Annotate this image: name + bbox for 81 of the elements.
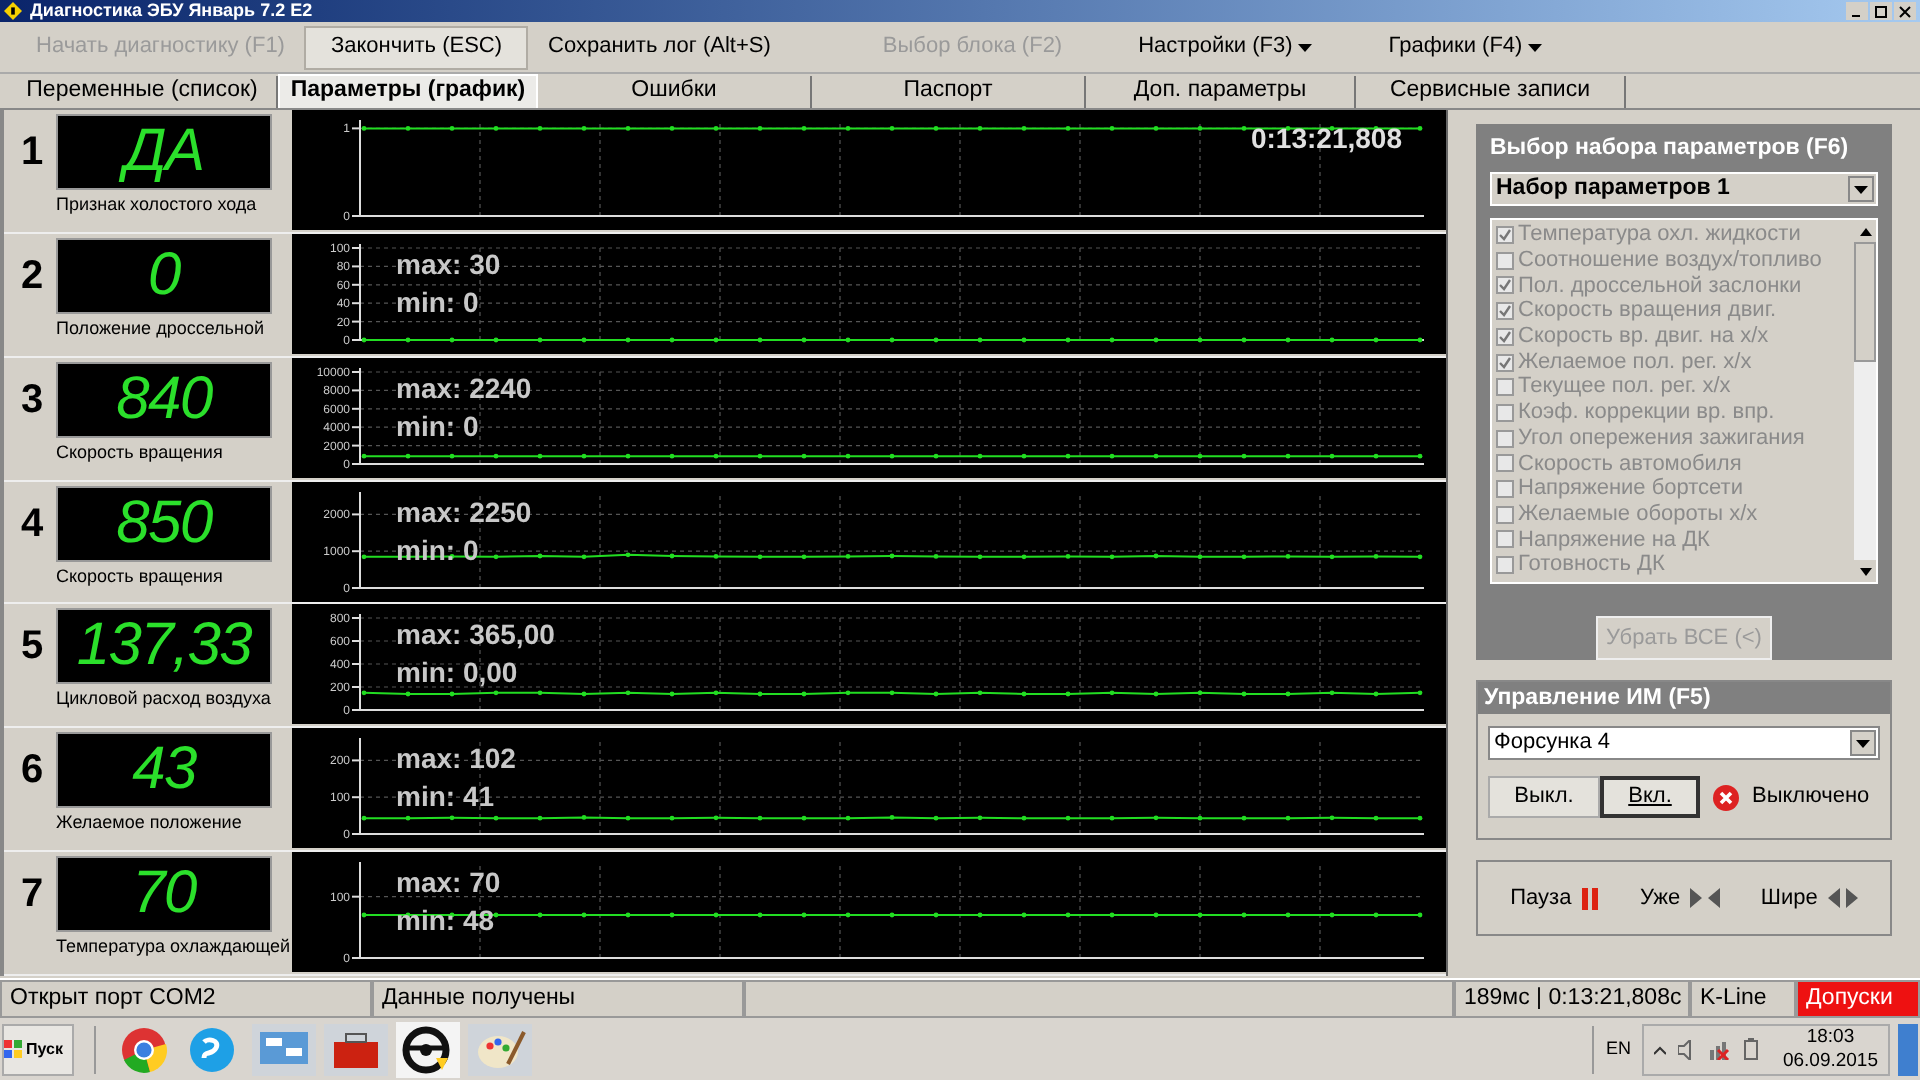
row-number: 4 (18, 499, 46, 550)
off-button[interactable]: Выкл. (1488, 776, 1600, 818)
pause-icon (1581, 887, 1600, 909)
digital-display: ДА (56, 114, 272, 190)
speaker-icon[interactable] (1678, 1039, 1697, 1059)
max-reading: max: 2250 (396, 493, 532, 532)
app-icon (4, 2, 22, 20)
status-field: K-Line (1690, 980, 1796, 1018)
row-number: 7 (18, 870, 46, 921)
close-button[interactable] (1894, 2, 1916, 20)
min-reading: min: 41 (396, 778, 497, 817)
row-number: 6 (18, 746, 46, 797)
scrollbar[interactable] (1854, 220, 1876, 583)
digital-display: 840 (56, 361, 272, 438)
chevron-up-icon[interactable] (1654, 1043, 1667, 1055)
digital-display: 0 (56, 237, 272, 314)
language-indicator[interactable]: EN (1593, 1035, 1643, 1063)
parameter-label: Признак холостого хода (56, 196, 259, 214)
panel-title: Выбор набора параметров (F6) (1490, 134, 1851, 164)
windows-logo-icon (4, 1039, 24, 1059)
max-reading: max: 365,00 (396, 616, 555, 655)
playback-button[interactable]: Шире (1760, 881, 1858, 915)
max-reading: max: 30 (396, 245, 501, 284)
status-field: 189мс | 0:13:21,808с (1454, 980, 1690, 1018)
digital-display: 70 (56, 856, 272, 933)
on-button[interactable]: Вкл. (1600, 776, 1700, 818)
steering-wheel-icon[interactable] (396, 1021, 460, 1077)
digital-display: 137,33 (56, 608, 272, 685)
scroll-down-icon[interactable] (1859, 567, 1871, 576)
parameter-label: Скорость вращения (56, 567, 225, 586)
widen-icon (1827, 888, 1858, 908)
start-button[interactable]: Пуск (2, 1023, 74, 1075)
min-reading: min: 0 (396, 407, 481, 446)
min-reading: min: 0 (396, 283, 481, 322)
playback-button[interactable]: Пауза (1510, 881, 1600, 915)
toolbar-button[interactable]: Закончить (ESC) (304, 25, 529, 69)
scroll-up-icon[interactable] (1859, 227, 1871, 236)
minimize-button[interactable] (1846, 2, 1868, 20)
toolbar-button[interactable]: Сохранить лог (Alt+S) (528, 25, 791, 69)
window-title: Диагностика ЭБУ Январь 7.2 E2 (30, 2, 313, 20)
tab[interactable]: Параметры (график) (278, 74, 538, 108)
max-reading: max: 2240 (396, 369, 532, 408)
browser-icon[interactable] (120, 1025, 168, 1073)
palette-icon[interactable] (468, 1023, 532, 1075)
row-number: 2 (18, 251, 46, 302)
parameter-label: Желаемое положение (56, 814, 244, 833)
parameter-label: Цикловой расход воздуха (56, 690, 273, 709)
toolbar-button[interactable]: Настройки (F3) (1118, 25, 1333, 69)
digital-display: 850 (56, 485, 272, 562)
parameter-label: Положение дроссельной (56, 319, 266, 338)
toolbox-icon[interactable] (324, 1023, 388, 1075)
status-field: Данные получены (372, 980, 744, 1018)
clock-time[interactable]: 18:03 (1806, 1025, 1855, 1049)
control-panel-icon[interactable] (252, 1023, 316, 1075)
max-reading: max: 70 (396, 864, 501, 903)
chat-icon[interactable] (186, 1023, 238, 1075)
digital-display: 43 (56, 732, 272, 809)
row-number: 1 (18, 128, 46, 178)
status-field: Допуски (1796, 980, 1920, 1018)
actuator-status: Выключено (1752, 782, 1870, 813)
toolbar-button[interactable]: Графики (F4) (1368, 25, 1563, 69)
actuator-select[interactable]: Форсунка 4 (1488, 726, 1880, 760)
battery-icon[interactable] (1744, 1038, 1759, 1060)
row-number: 5 (18, 622, 46, 673)
panel-title: Управление ИМ (F5) (1478, 682, 1890, 714)
clock-date[interactable]: 06.09.2015 (1782, 1049, 1878, 1073)
maximize-icon (1874, 5, 1888, 17)
parameter-label: Температура охлаждающей (56, 938, 292, 957)
status-field: Открыт порт COM2 (0, 980, 372, 1018)
min-reading: min: 0,00 (396, 654, 520, 693)
network-icon[interactable] (1708, 1038, 1733, 1060)
parameter-label: Скорость вращения (56, 443, 225, 462)
close-icon (1898, 5, 1912, 17)
caret-icon (1528, 43, 1543, 51)
elapsed-time: 0:13:21,808 (1250, 120, 1402, 158)
row-number: 3 (18, 375, 46, 426)
playback-button[interactable]: Уже (1639, 881, 1721, 915)
maximize-button[interactable] (1870, 2, 1892, 20)
max-reading: max: 102 (396, 740, 516, 779)
caret-icon (1298, 43, 1313, 51)
narrow-icon (1690, 888, 1721, 908)
